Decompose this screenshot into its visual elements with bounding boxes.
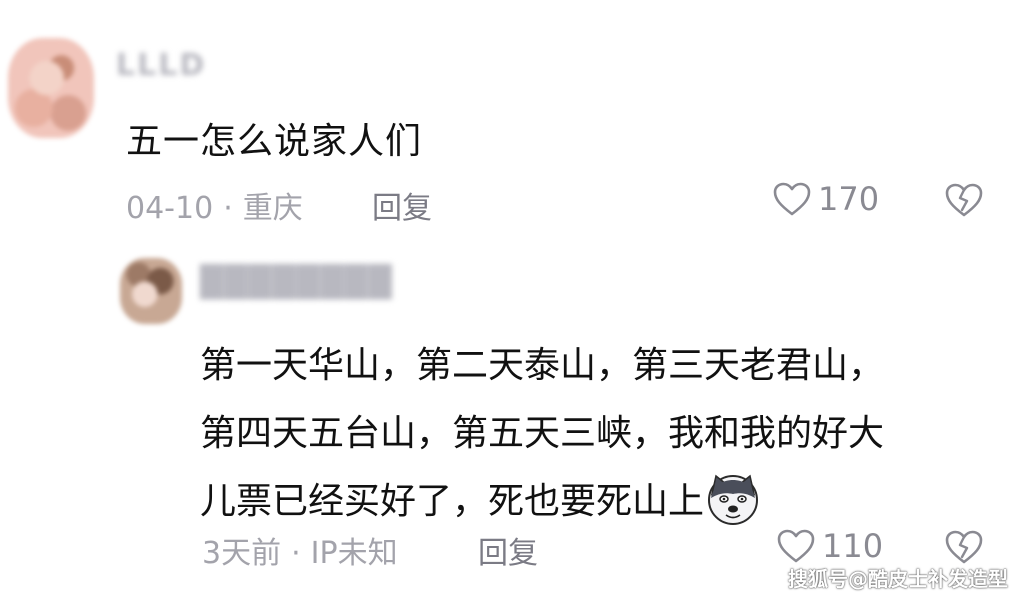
broken-heart-icon	[945, 530, 983, 564]
separator-dot: ·	[291, 536, 301, 571]
comment-location: 重庆	[242, 191, 303, 226]
avatar[interactable]	[8, 38, 94, 138]
username[interactable]: LLLD	[116, 48, 206, 83]
watermark: 搜狐号@酷皮士补发造型	[788, 567, 1008, 591]
avatar[interactable]	[120, 258, 182, 324]
like-button[interactable]: 110	[776, 527, 883, 565]
comment-text: 五一怎么说家人们	[126, 121, 423, 162]
comment-line: 第四天五台山，第五天三峡，我和我的好大	[200, 413, 885, 454]
comment-line-text: 儿票已经买好了，死也要死山上	[200, 481, 705, 522]
doge-emoji-icon	[708, 474, 759, 525]
comment-line-last: 儿票已经买好了，死也要死山上	[200, 468, 884, 536]
like-button[interactable]: 170	[772, 180, 879, 218]
comment-location: IP未知	[310, 536, 398, 571]
reply-button[interactable]: 回复	[478, 528, 538, 572]
comment-meta: 3天前 · IP未知	[202, 528, 398, 572]
comment-text: 第一天华山，第二天泰山，第三天老君山， 第四天五台山，第五天三峡，我和我的好大 …	[200, 332, 884, 536]
heart-outline-icon	[777, 529, 815, 563]
like-count: 170	[818, 180, 880, 218]
comment-meta: 04-10 · 重庆	[126, 183, 303, 227]
comment-line: 第一天华山，第二天泰山，第三天老君山，	[200, 345, 885, 386]
dislike-button[interactable]	[944, 182, 984, 222]
comment-date: 04-10	[126, 191, 214, 226]
like-count: 110	[822, 527, 884, 565]
comment-date: 3天前	[202, 536, 282, 571]
username[interactable]: ████████	[200, 265, 393, 300]
broken-heart-icon	[945, 183, 983, 217]
reply-button[interactable]: 回复	[372, 183, 432, 227]
heart-outline-icon	[773, 182, 811, 216]
separator-dot: ·	[223, 191, 233, 226]
